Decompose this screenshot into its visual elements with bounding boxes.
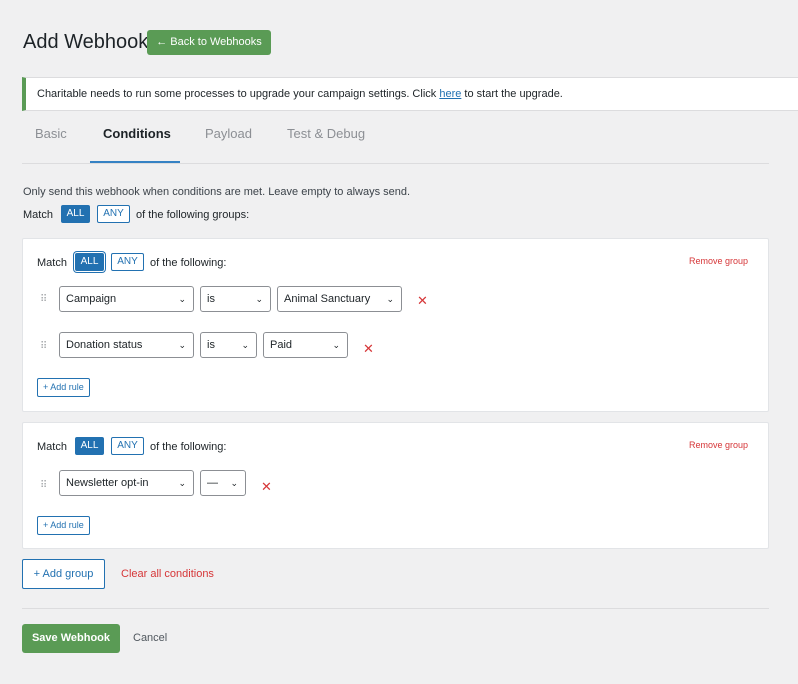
rule-operator-select[interactable]: is ⌄	[200, 332, 257, 358]
top-match-any-toggle[interactable]: ANY	[97, 205, 130, 223]
rule-operator-value: —	[207, 477, 218, 489]
chevron-down-icon: ⌄	[178, 294, 186, 304]
clear-all-conditions-link[interactable]: Clear all conditions	[121, 568, 214, 580]
add-rule-button[interactable]: + Add rule	[37, 516, 90, 535]
drag-handle-icon[interactable]: ⠿	[40, 342, 47, 352]
remove-group-button[interactable]: Remove group	[689, 256, 748, 266]
rule-value-select[interactable]: Paid ⌄	[263, 332, 348, 358]
remove-group-button[interactable]: Remove group	[689, 440, 748, 450]
tabs-divider	[22, 163, 769, 164]
rule-field-select[interactable]: Campaign ⌄	[59, 286, 194, 312]
notice-upgrade-link[interactable]: here	[439, 88, 461, 100]
group-match-all-toggle[interactable]: ALL	[75, 437, 104, 455]
group-match-suffix: of the following:	[150, 441, 227, 453]
add-rule-button[interactable]: + Add rule	[37, 378, 90, 397]
tab-test-debug[interactable]: Test & Debug	[287, 126, 365, 141]
tab-conditions[interactable]: Conditions	[103, 126, 171, 141]
rule-field-value: Donation status	[66, 339, 143, 351]
chevron-down-icon: ⌄	[178, 340, 186, 350]
notice-text-after: to start the upgrade.	[461, 88, 563, 100]
rule-field-value: Campaign	[66, 293, 117, 305]
chevron-down-icon: ⌄	[241, 340, 249, 350]
chevron-down-icon: ⌄	[255, 294, 263, 304]
group-match-any-toggle[interactable]: ANY	[111, 253, 144, 271]
page-title: Add Webhook	[23, 31, 149, 53]
drag-handle-icon[interactable]: ⠿	[40, 481, 47, 491]
rule-operator-select[interactable]: — ⌄	[200, 470, 246, 496]
group-match-any-toggle[interactable]: ANY	[111, 437, 144, 455]
remove-rule-close-icon[interactable]: ✕	[417, 293, 428, 309]
cancel-link[interactable]: Cancel	[133, 632, 167, 644]
rule-operator-value: is	[207, 339, 215, 351]
rule-value-value: Paid	[270, 339, 293, 351]
chevron-down-icon: ⌄	[178, 478, 186, 488]
tab-basic[interactable]: Basic	[35, 126, 67, 141]
upgrade-notice: Charitable needs to run some processes t…	[22, 77, 798, 111]
drag-handle-icon[interactable]: ⠿	[40, 295, 47, 305]
chevron-down-icon: ⌄	[332, 340, 340, 350]
rule-operator-value: is	[207, 293, 215, 305]
save-webhook-button[interactable]: Save Webhook	[22, 624, 120, 653]
top-match-label: Match	[23, 209, 53, 221]
rule-value-value: Animal Sanctuary	[284, 293, 371, 305]
back-to-webhooks-button[interactable]: ← Back to Webhooks	[147, 30, 271, 55]
chevron-down-icon: ⌄	[386, 294, 394, 304]
rule-value-select[interactable]: Animal Sanctuary ⌄	[277, 286, 402, 312]
add-group-button[interactable]: + Add group	[22, 559, 105, 589]
group-match-all-toggle[interactable]: ALL	[75, 253, 104, 271]
top-match-all-toggle[interactable]: ALL	[61, 205, 90, 223]
conditions-description: Only send this webhook when conditions a…	[23, 186, 411, 198]
top-match-suffix: of the following groups:	[136, 209, 250, 221]
remove-rule-close-icon[interactable]: ✕	[363, 341, 374, 357]
rule-field-select[interactable]: Newsletter opt-in ⌄	[59, 470, 194, 496]
remove-rule-close-icon[interactable]: ✕	[261, 479, 272, 495]
group-match-suffix: of the following:	[150, 257, 227, 269]
group-match-label: Match	[37, 257, 67, 269]
footer-divider	[22, 608, 769, 609]
chevron-down-icon: ⌄	[230, 478, 238, 488]
group-match-label: Match	[37, 441, 67, 453]
rule-field-value: Newsletter opt-in	[66, 477, 149, 489]
tab-payload[interactable]: Payload	[205, 126, 252, 141]
notice-text-before: Charitable needs to run some processes t…	[37, 88, 440, 100]
rule-field-select[interactable]: Donation status ⌄	[59, 332, 194, 358]
active-tab-indicator	[90, 161, 180, 163]
rule-operator-select[interactable]: is ⌄	[200, 286, 271, 312]
